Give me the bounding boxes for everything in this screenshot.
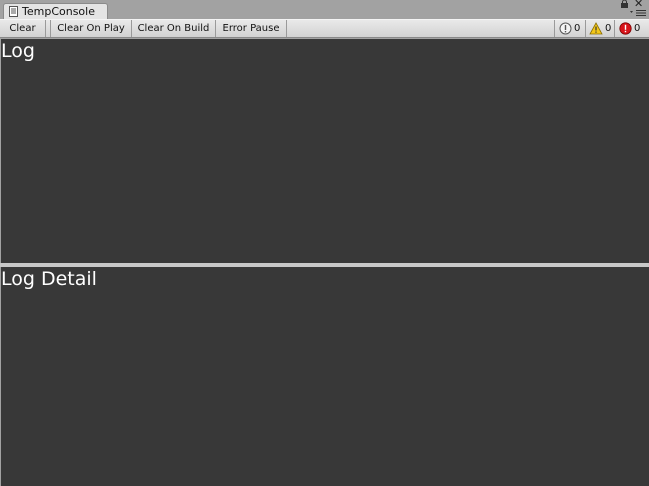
tab-tempconsole[interactable]: TempConsole: [3, 3, 108, 19]
info-count-toggle[interactable]: 0: [554, 20, 585, 37]
close-icon[interactable]: ✕: [634, 0, 643, 9]
console-window-icon: [9, 6, 18, 17]
log-panel-title: Log: [1, 40, 35, 62]
error-pause-toggle[interactable]: Error Pause: [216, 20, 287, 37]
error-count-toggle[interactable]: 0: [614, 20, 649, 37]
log-detail-title: Log Detail: [1, 268, 97, 290]
lock-icon[interactable]: [621, 0, 628, 8]
warning-count-toggle[interactable]: 0: [585, 20, 614, 37]
warning-icon: [589, 22, 603, 35]
info-icon: [559, 22, 572, 35]
clear-on-build-toggle[interactable]: Clear On Build: [132, 20, 216, 37]
tab-strip: TempConsole ✕: [0, 0, 649, 19]
clear-button[interactable]: Clear: [0, 20, 46, 37]
clear-on-play-toggle[interactable]: Clear On Play: [51, 20, 132, 37]
error-icon: [619, 22, 632, 35]
window-menu-icon[interactable]: [629, 9, 647, 17]
warning-count: 0: [605, 23, 612, 34]
tab-title: TempConsole: [22, 5, 95, 18]
log-detail-panel[interactable]: Log Detail: [1, 267, 649, 486]
error-count: 0: [634, 23, 641, 34]
console-toolbar: Clear Clear On Play Clear On Build Error…: [0, 19, 649, 38]
log-panel[interactable]: Log: [1, 39, 649, 263]
info-count: 0: [574, 23, 581, 34]
